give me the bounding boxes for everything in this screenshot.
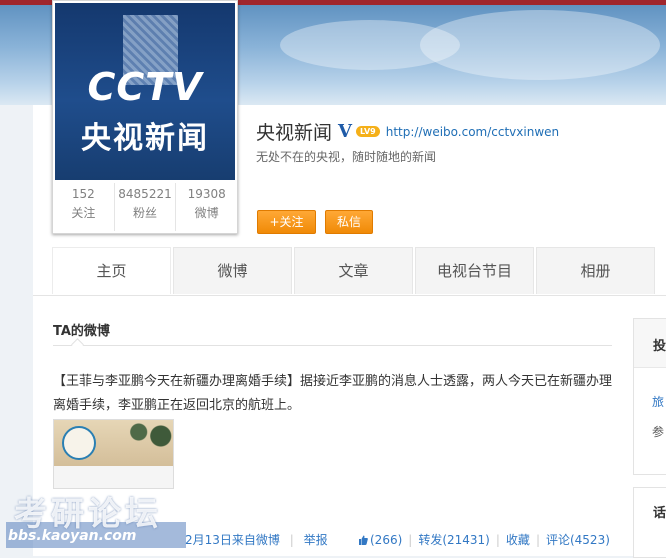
- like-count: (266): [370, 533, 403, 547]
- message-button[interactable]: 私信: [325, 210, 373, 234]
- stat-label: 微博: [194, 206, 219, 220]
- stat-following[interactable]: 152 关注: [53, 183, 115, 231]
- like-link[interactable]: (266): [358, 533, 402, 547]
- thumbs-up-icon: [359, 535, 368, 545]
- sidebar-title: 话: [653, 506, 666, 521]
- favorite-link[interactable]: 收藏: [506, 533, 530, 547]
- tab-home[interactable]: 主页: [52, 247, 171, 294]
- sidebar-box: 投 旅 参: [633, 318, 666, 475]
- avatar-logo: CCTV: [87, 65, 203, 109]
- avatar-subtitle: 央视新闻: [81, 121, 209, 156]
- post-meta: 2月13日来自微博 | 举报: [185, 533, 328, 547]
- feed-section-title: TA的微博: [53, 324, 110, 339]
- watermark-url: bbs.kaoyan.com: [8, 528, 137, 544]
- profile-tabs: 主页 微博 文章 电视台节目 相册: [52, 247, 666, 295]
- sidebar-text: 参: [652, 425, 665, 439]
- sidebar-header: 投: [634, 319, 666, 368]
- tab-articles[interactable]: 文章: [294, 247, 413, 294]
- section-divider: [53, 338, 612, 351]
- follow-button[interactable]: +关注: [257, 210, 316, 234]
- stat-value: 152: [71, 187, 95, 201]
- profile-bio: 无处不在的央视，随时随地的新闻: [256, 150, 437, 164]
- stat-followers[interactable]: 8485221 粉丝: [115, 183, 177, 231]
- post-text: 【王菲与李亚鹏今天在新疆办理离婚手续】据接近李亚鹏的消息人士透露，两人今天已在新…: [53, 374, 613, 413]
- tab-weibo[interactable]: 微博: [173, 247, 292, 294]
- level-badge[interactable]: LV9: [355, 126, 380, 137]
- cloud-decoration: [420, 10, 660, 80]
- tab-album[interactable]: 相册: [536, 247, 655, 294]
- post-actions: (266) | 转发(21431) | 收藏 | 评论(4523): [358, 531, 610, 548]
- report-link[interactable]: 举报: [304, 533, 328, 547]
- stat-label: 粉丝: [133, 206, 158, 220]
- profile-name-row: 央视新闻 V LV9 http://weibo.com/cctvxinwen: [256, 118, 559, 145]
- sidebar-title: 投: [653, 339, 666, 354]
- repost-link[interactable]: 转发(21431): [418, 533, 490, 547]
- stat-value: 8485221: [118, 187, 172, 201]
- stat-label: 关注: [71, 206, 96, 220]
- verified-icon[interactable]: V: [338, 121, 352, 142]
- sidebar-link[interactable]: 旅: [652, 393, 664, 410]
- tab-tv-programs[interactable]: 电视台节目: [415, 247, 534, 294]
- post-source[interactable]: 2月13日来自微博: [185, 533, 280, 547]
- profile-name: 央视新闻: [256, 122, 333, 144]
- profile-stats: 152 关注 8485221 粉丝 19308 微博: [53, 183, 237, 231]
- post-image[interactable]: [53, 419, 174, 489]
- avatar-card: CCTV 央视新闻 152 关注 8485221 粉丝 19308 微博: [52, 0, 238, 234]
- stat-posts[interactable]: 19308 微博: [176, 183, 237, 231]
- avatar[interactable]: CCTV 央视新闻: [55, 3, 235, 180]
- comment-link[interactable]: 评论(4523): [546, 533, 610, 547]
- profile-url-link[interactable]: http://weibo.com/cctvxinwen: [386, 125, 559, 139]
- sidebar-box-topics: 话: [633, 487, 666, 558]
- stat-value: 19308: [187, 187, 226, 201]
